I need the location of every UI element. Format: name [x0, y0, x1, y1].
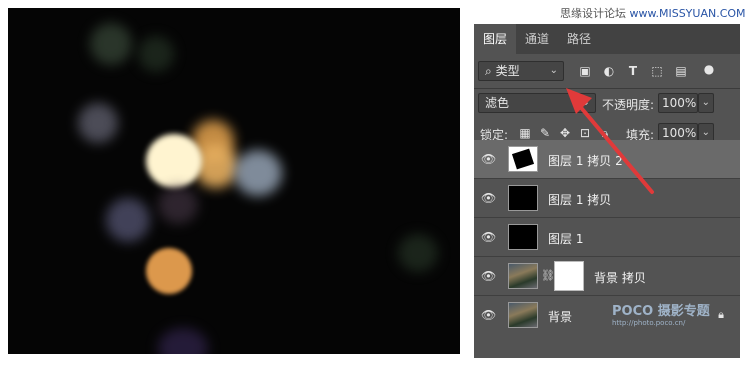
annotation-arrow: [566, 88, 654, 194]
